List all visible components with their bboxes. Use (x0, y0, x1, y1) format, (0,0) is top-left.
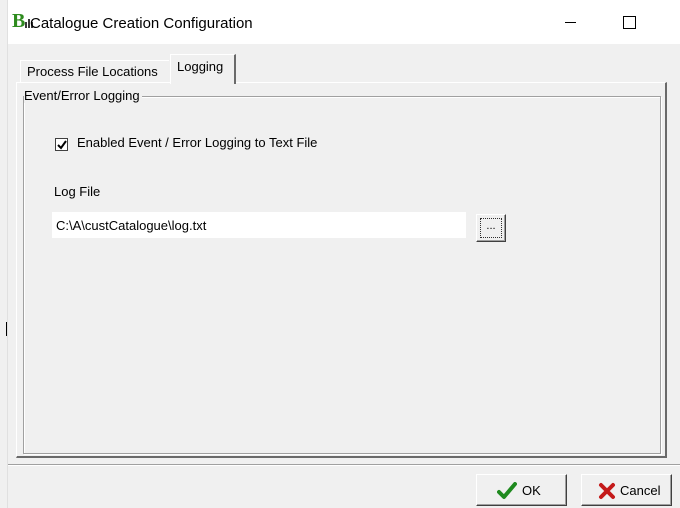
maximize-icon (623, 16, 636, 29)
ok-button[interactable]: OK (476, 474, 567, 506)
enable-logging-checkbox[interactable] (55, 138, 68, 151)
tab-logging[interactable]: Logging (170, 54, 236, 84)
x-cross-icon (599, 483, 615, 499)
browse-button[interactable]: ... (476, 214, 506, 242)
group-title: Event/Error Logging (24, 88, 142, 103)
minimize-icon (565, 22, 576, 23)
ok-label: OK (522, 483, 541, 498)
cancel-label: Cancel (620, 483, 661, 498)
window-title: Catalogue Creation Configuration (30, 15, 253, 32)
window-left-edge (0, 0, 8, 508)
title-bar: B Catalogue Creation Configuration (8, 0, 680, 44)
checkmark-icon (57, 140, 67, 150)
checkmark-icon (497, 482, 517, 499)
log-file-input[interactable] (52, 212, 466, 238)
maximize-button[interactable] (608, 6, 654, 38)
minimize-button[interactable] (552, 6, 598, 38)
tab-process-file-locations[interactable]: Process File Locations (20, 60, 169, 82)
cancel-button[interactable]: Cancel (581, 474, 672, 506)
log-file-label: Log File (54, 184, 101, 199)
browse-label: ... (480, 218, 502, 238)
button-divider (8, 464, 680, 466)
enable-logging-label[interactable]: Enabled Event / Error Logging to Text Fi… (77, 135, 317, 150)
edge-mark (6, 322, 7, 336)
